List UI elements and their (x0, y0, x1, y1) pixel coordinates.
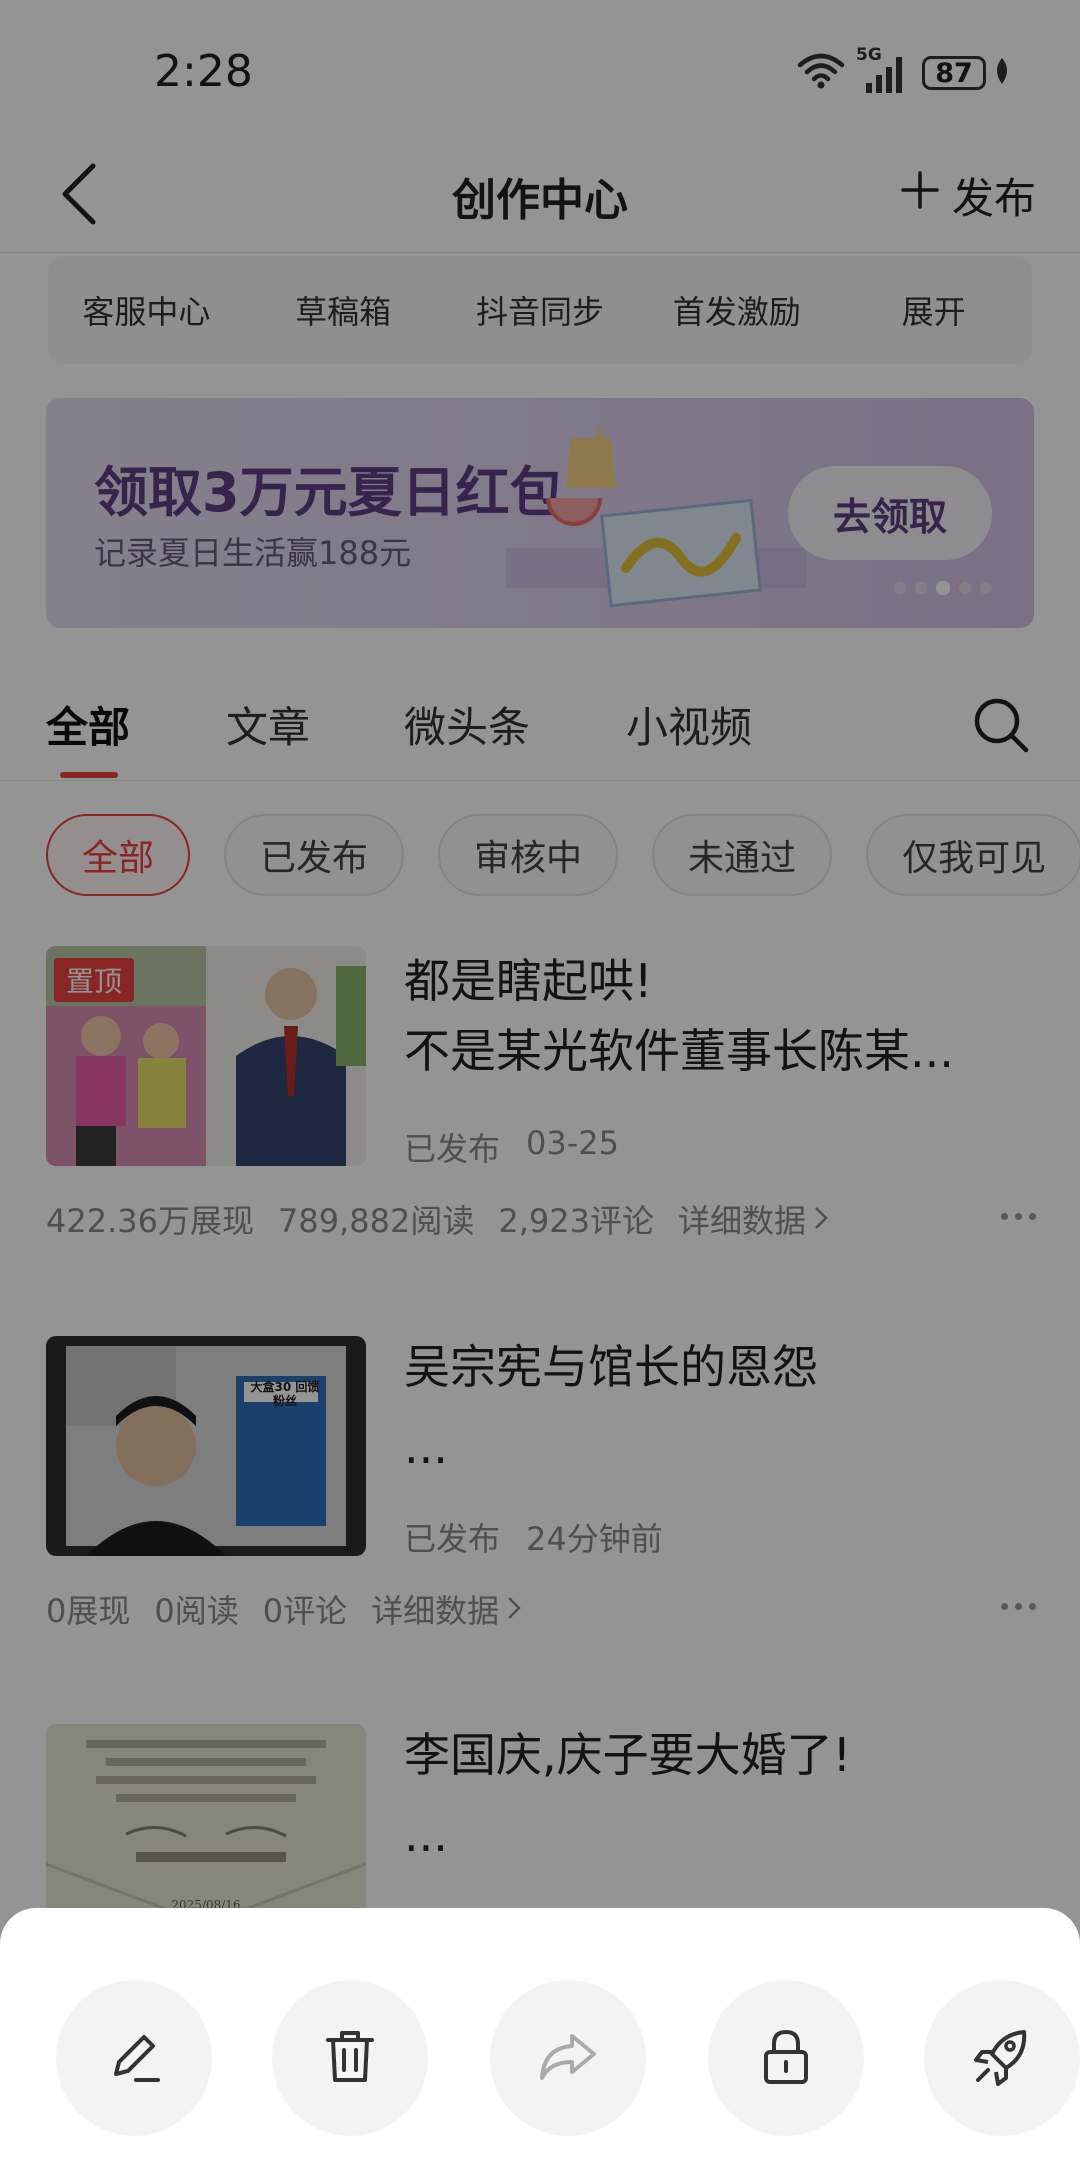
share-icon (536, 2024, 600, 2092)
boost-button[interactable] (924, 1980, 1080, 2136)
edit-button[interactable] (56, 1980, 212, 2136)
lock-icon (754, 2024, 818, 2092)
edit-icon (102, 2024, 166, 2092)
screen: 2:28 5G 87 创作中心 发布 客服中心 草稿箱 抖音同步 首发激励 展开… (0, 0, 1080, 2160)
modal-overlay[interactable] (0, 0, 1080, 2160)
boost-rocket-icon (968, 2022, 1036, 2094)
action-sheet (0, 1908, 1080, 2160)
privacy-button[interactable] (708, 1980, 864, 2136)
delete-icon (318, 2024, 382, 2092)
share-button[interactable] (490, 1980, 646, 2136)
delete-button[interactable] (272, 1980, 428, 2136)
